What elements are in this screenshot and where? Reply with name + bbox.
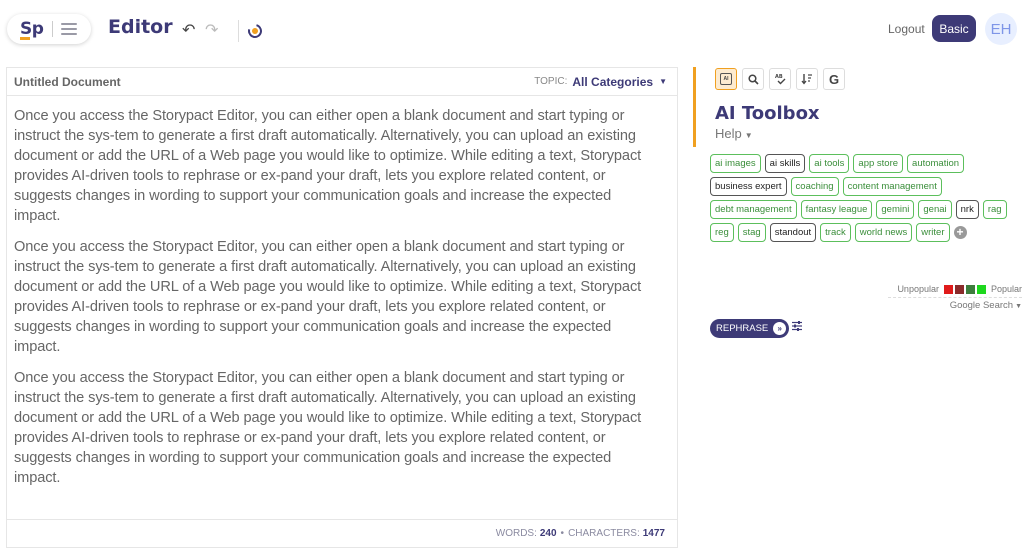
- app-title: Editor: [108, 16, 173, 38]
- paragraph: Once you access the Storypact Editor, yo…: [14, 239, 642, 355]
- keyword-tag[interactable]: genai: [918, 200, 952, 219]
- brand-text: Sp: [20, 19, 44, 39]
- keyword-tag[interactable]: ai tools: [809, 154, 850, 173]
- avatar[interactable]: EH: [985, 13, 1017, 45]
- topic-label: TOPIC:: [534, 76, 568, 87]
- ai-chip-icon: AI: [720, 73, 732, 85]
- keyword-tag[interactable]: fantasy league: [800, 200, 873, 219]
- spellcheck-button[interactable]: AB: [769, 68, 791, 90]
- brand-underline: [20, 37, 30, 40]
- characters-label: CHARACTERS:: [568, 528, 640, 539]
- help-dropdown[interactable]: Help ▼: [715, 126, 753, 141]
- svg-text:AB: AB: [775, 74, 783, 80]
- keyword-tag[interactable]: ai images: [710, 154, 761, 173]
- brand-logo[interactable]: Sp: [20, 19, 44, 40]
- toolbox-title: AI Toolbox: [715, 103, 820, 124]
- keyword-tag[interactable]: automation: [907, 154, 965, 173]
- caret-down-icon: ▼: [1015, 303, 1022, 310]
- legend-unpopular-label: Unpopular: [897, 284, 939, 294]
- double-chevron-right-icon: »: [773, 322, 787, 335]
- toolbox-accent-bar: [693, 67, 696, 147]
- document-title[interactable]: Untitled Document: [14, 75, 121, 89]
- sliders-settings-icon[interactable]: [791, 320, 803, 335]
- keyword-tag[interactable]: business expert: [710, 177, 787, 196]
- search-source-dropdown[interactable]: Google Search ▼: [950, 300, 1022, 311]
- rephrase-button[interactable]: REPHRASE »: [710, 319, 790, 338]
- legend-swatch: [965, 284, 975, 294]
- word-count-bar: WORDS: 240 • CHARACTERS: 1477: [7, 519, 677, 547]
- hamburger-icon[interactable]: [61, 23, 78, 35]
- divider: [888, 297, 1022, 298]
- rephrase-label: REPHRASE: [716, 323, 769, 334]
- editor-text-area[interactable]: Once you access the Storypact Editor, yo…: [7, 96, 677, 520]
- topic-value: All Categories: [572, 74, 654, 89]
- spellcheck-icon: AB: [775, 74, 785, 85]
- help-label: Help: [715, 126, 742, 141]
- paragraph: Once you access the Storypact Editor, yo…: [14, 370, 642, 486]
- keyword-tag[interactable]: world news: [854, 223, 913, 242]
- toolbox-tabs: AI AB G: [715, 68, 845, 90]
- history-icon[interactable]: [245, 21, 265, 41]
- characters-value: 1477: [642, 528, 665, 539]
- legend-swatch: [976, 284, 986, 294]
- caret-down-icon: ▼: [744, 131, 753, 140]
- keyword-tag[interactable]: coaching: [790, 177, 839, 196]
- keyword-tag[interactable]: content management: [842, 177, 942, 196]
- words-value: 240: [539, 528, 557, 539]
- brand-menu-pill: Sp: [7, 14, 91, 44]
- sort-icon: [801, 74, 812, 85]
- redo-icon[interactable]: ↷: [205, 20, 218, 40]
- keyword-tag[interactable]: app store: [853, 154, 904, 173]
- ai-chip-button[interactable]: AI: [715, 68, 737, 90]
- keyword-tags: ai images ai skills ai tools app store autom…: [710, 154, 1025, 242]
- popularity-legend: Unpopular Popular: [897, 284, 1022, 294]
- google-button[interactable]: G: [823, 68, 845, 90]
- editor-header: Untitled Document TOPIC: All Categories …: [7, 68, 677, 96]
- add-tag-icon[interactable]: +: [953, 226, 967, 239]
- keyword-tag[interactable]: stag: [737, 223, 766, 242]
- caret-down-icon: ▼: [659, 77, 667, 86]
- editor-panel: Untitled Document TOPIC: All Categories …: [6, 67, 678, 548]
- keyword-tag[interactable]: nrk: [955, 200, 979, 219]
- plan-button[interactable]: Basic: [932, 15, 976, 42]
- logout-link[interactable]: Logout: [888, 22, 925, 36]
- search-button[interactable]: [742, 68, 764, 90]
- legend-popular-label: Popular: [990, 284, 1022, 294]
- separator: •: [560, 528, 565, 539]
- keyword-tag[interactable]: gemini: [876, 200, 915, 219]
- keyword-tag[interactable]: ai skills: [764, 154, 806, 173]
- legend-swatch: [954, 284, 964, 294]
- topic-dropdown[interactable]: TOPIC: All Categories ▼: [534, 75, 667, 89]
- sort-button[interactable]: [796, 68, 818, 90]
- top-bar: Sp Editor ↶ ↷ Logout Basic EH: [0, 0, 1030, 58]
- keyword-tag[interactable]: writer: [916, 223, 950, 242]
- words-label: WORDS:: [495, 528, 537, 539]
- divider: [238, 20, 239, 42]
- google-icon: G: [828, 71, 840, 87]
- divider: [52, 21, 54, 37]
- keyword-tag[interactable]: debt management: [710, 200, 797, 219]
- keyword-tag[interactable]: standout: [769, 223, 817, 242]
- paragraph: Once you access the Storypact Editor, yo…: [14, 108, 642, 224]
- keyword-tag[interactable]: track: [820, 223, 851, 242]
- keyword-tag[interactable]: rag: [982, 200, 1007, 219]
- undo-icon[interactable]: ↶: [182, 20, 195, 40]
- keyword-tag[interactable]: reg: [710, 223, 734, 242]
- search-source-label: Google Search: [949, 300, 1014, 311]
- legend-swatch: [943, 284, 953, 294]
- search-icon: [747, 73, 759, 85]
